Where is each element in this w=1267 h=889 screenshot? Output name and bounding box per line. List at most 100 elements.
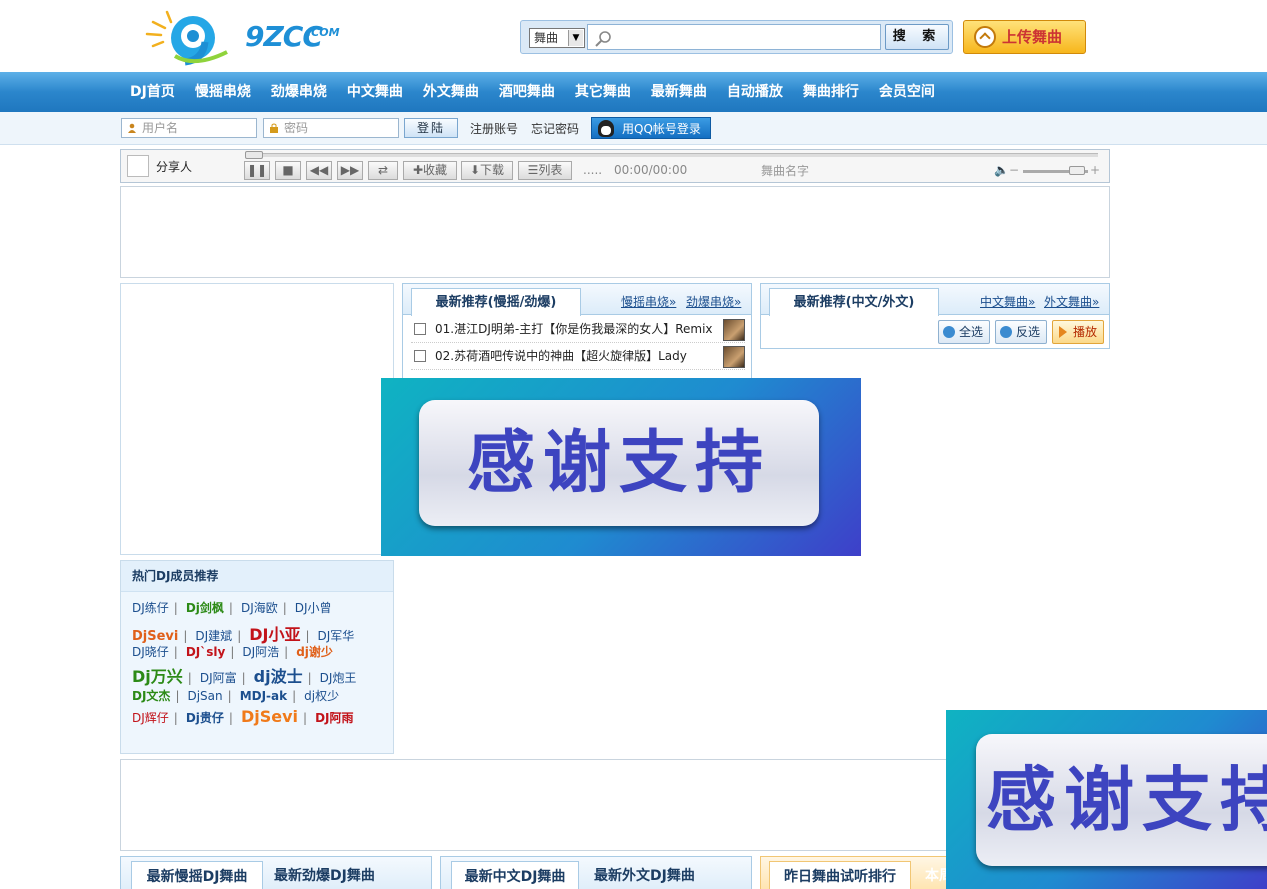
dj-member-link[interactable]: DJ军华 xyxy=(318,629,355,643)
panel-header: 最新推荐(中文/外文) 中文舞曲» 外文舞曲» xyxy=(761,284,1109,316)
tab-latest-foreign-dj[interactable]: 最新外文DJ舞曲 xyxy=(594,861,695,889)
nav-item-slow-mix[interactable]: 慢摇串烧 xyxy=(189,72,257,112)
volume-icon[interactable]: 🔈− xyxy=(994,163,1019,177)
download-button[interactable]: ⬇下载 xyxy=(461,161,513,180)
separator: | xyxy=(303,711,308,725)
qq-penguin-icon xyxy=(598,120,614,137)
loop-button[interactable]: ⇄ xyxy=(368,161,398,180)
play-button[interactable]: 播放 xyxy=(1052,320,1104,344)
qq-login-button[interactable]: 用QQ帐号登录 xyxy=(591,117,711,139)
login-button[interactable]: 登陆 xyxy=(404,118,458,138)
rewind-icon: ◀◀ xyxy=(309,163,329,177)
tab-latest-chinese-dj[interactable]: 最新中文DJ舞曲 xyxy=(451,861,579,889)
sharer-label: 分享人 xyxy=(156,160,193,174)
volume-minus[interactable]: − xyxy=(1009,163,1019,177)
list-item[interactable]: 02.苏荷酒吧传说中的神曲【超火旋律版】Lady xyxy=(411,343,745,370)
song-title[interactable]: 01.湛江DJ明弟-主打【你是伤我最深的女人】Remix xyxy=(435,316,725,343)
next-button[interactable]: ▶▶ xyxy=(337,161,363,180)
volume-plus[interactable]: + xyxy=(1090,163,1100,177)
dj-member-link[interactable]: DJ阿浩 xyxy=(242,645,279,659)
song-title[interactable]: 02.苏荷酒吧传说中的神曲【超火旋律版】Lady xyxy=(435,343,725,370)
dj-member-link[interactable]: Dj贵仔 xyxy=(186,711,224,725)
search-input[interactable] xyxy=(587,24,881,50)
dj-member-link[interactable]: DJ炮王 xyxy=(320,671,357,685)
tab-latest-hard-dj[interactable]: 最新劲爆DJ舞曲 xyxy=(274,861,375,889)
dj-member-link[interactable]: DJ辉仔 xyxy=(132,711,169,725)
nav-item-bar[interactable]: 酒吧舞曲 xyxy=(493,72,561,112)
dj-member-link[interactable]: DJ阿雨 xyxy=(315,711,353,725)
tab-yesterday-ranking[interactable]: 昨日舞曲试听排行 xyxy=(769,861,911,889)
dj-member-link[interactable]: Dj剑枫 xyxy=(186,601,224,615)
password-field[interactable]: 密码 xyxy=(263,118,399,138)
nav-item-ranking[interactable]: 舞曲排行 xyxy=(797,72,865,112)
refresh-icon xyxy=(943,326,955,338)
thanks-ad-float[interactable]: 感谢支持 xyxy=(946,710,1267,889)
playlist-button[interactable]: ☰列表 xyxy=(518,161,572,180)
dj-member-link[interactable]: Dj万兴 xyxy=(132,667,183,686)
nav-item-foreign[interactable]: 外文舞曲 xyxy=(417,72,485,112)
favorite-button[interactable]: ✚收藏 xyxy=(403,161,457,180)
plus-icon: ✚ xyxy=(412,163,424,177)
thanks-ad-overlay[interactable]: 感谢支持 xyxy=(381,378,861,556)
dj-member-link[interactable]: DjSevi xyxy=(132,629,178,644)
dj-member-link[interactable]: DJ小曾 xyxy=(295,601,332,615)
separator: | xyxy=(228,711,233,725)
more-slow-mix-link[interactable]: 慢摇串烧» xyxy=(621,293,676,310)
dj-member-link[interactable]: DjSan xyxy=(187,689,222,703)
logo-suffix: .COM xyxy=(307,26,340,39)
uploader-avatar[interactable] xyxy=(723,346,745,368)
dj-member-link[interactable]: DJ晓仔 xyxy=(132,645,169,659)
dj-member-link[interactable]: DjSevi xyxy=(241,707,298,726)
search-category-select[interactable]: 舞曲 ▼ xyxy=(529,28,585,48)
dj-member-link[interactable]: DJ文杰 xyxy=(132,689,170,703)
hot-dj-title: 热门DJ成员推荐 xyxy=(121,561,393,592)
dj-member-link[interactable]: MDJ-ak xyxy=(240,689,287,703)
uploader-avatar[interactable] xyxy=(723,319,745,341)
song-checkbox[interactable] xyxy=(414,323,426,335)
nav-item-home[interactable]: DJ首页 xyxy=(124,72,181,112)
prev-button[interactable]: ◀◀ xyxy=(306,161,332,180)
dj-member-link[interactable]: DJ阿富 xyxy=(200,671,237,685)
upload-button[interactable]: 上传舞曲 xyxy=(963,20,1086,54)
dj-member-link[interactable]: DJ海欧 xyxy=(241,601,278,615)
volume-handle[interactable] xyxy=(1069,166,1085,175)
separator: | xyxy=(183,629,188,643)
username-field[interactable]: 用户名 xyxy=(121,118,257,138)
register-link[interactable]: 注册账号 xyxy=(470,120,518,137)
more-hard-mix-link[interactable]: 劲爆串烧» xyxy=(686,293,741,310)
more-chinese-link[interactable]: 中文舞曲» xyxy=(980,293,1035,310)
dj-member-link[interactable]: dj谢少 xyxy=(296,645,333,659)
forgot-password-link[interactable]: 忘记密码 xyxy=(531,120,579,137)
dj-member-link[interactable]: dj波士 xyxy=(254,667,303,686)
dj-member-link[interactable]: dj权少 xyxy=(304,689,339,703)
main-nav: DJ首页 慢摇串烧 劲爆串烧 中文舞曲 外文舞曲 酒吧舞曲 其它舞曲 最新舞曲 … xyxy=(0,72,1267,112)
nav-item-member[interactable]: 会员空间 xyxy=(873,72,941,112)
nav-item-chinese[interactable]: 中文舞曲 xyxy=(341,72,409,112)
dj-member-link[interactable]: DJ建斌 xyxy=(195,629,232,643)
lock-icon xyxy=(270,123,278,133)
separator: | xyxy=(292,689,297,703)
list-item[interactable]: 01.湛江DJ明弟-主打【你是伤我最深的女人】Remix xyxy=(411,316,745,343)
pause-button[interactable]: ❚❚ xyxy=(244,161,270,180)
search-button[interactable]: 搜 索 xyxy=(885,24,949,50)
song-checkbox[interactable] xyxy=(414,350,426,362)
progress-handle[interactable] xyxy=(245,151,263,159)
invert-select-button[interactable]: 反选 xyxy=(995,320,1047,344)
tab-latest-chinese-foreign[interactable]: 最新推荐(中文/外文) xyxy=(769,288,939,316)
progress-track[interactable] xyxy=(246,153,1098,157)
dj-member-link[interactable]: DJ`sly xyxy=(186,645,226,659)
nav-item-other[interactable]: 其它舞曲 xyxy=(569,72,637,112)
dj-member-link[interactable]: DJ小亚 xyxy=(249,625,300,644)
stop-button[interactable]: ■ xyxy=(275,161,301,180)
select-all-button[interactable]: 全选 xyxy=(938,320,990,344)
dj-member-link[interactable]: DJ练仔 xyxy=(132,601,169,615)
more-foreign-link[interactable]: 外文舞曲» xyxy=(1044,293,1099,310)
nav-item-autoplay[interactable]: 自动播放 xyxy=(721,72,789,112)
tab-latest-slow-dj[interactable]: 最新慢摇DJ舞曲 xyxy=(131,861,263,889)
nav-item-hard-mix[interactable]: 劲爆串烧 xyxy=(265,72,333,112)
tab-latest-slow-hard[interactable]: 最新推荐(慢摇/劲爆) xyxy=(411,288,581,316)
nav-item-latest[interactable]: 最新舞曲 xyxy=(645,72,713,112)
latest-chinese-foreign-panel: 最新推荐(中文/外文) 中文舞曲» 外文舞曲» 全选 反选 播放 xyxy=(760,283,1110,349)
chevron-down-icon[interactable]: ▼ xyxy=(568,30,583,46)
site-logo[interactable]: 9ZCC .COM xyxy=(145,8,345,66)
